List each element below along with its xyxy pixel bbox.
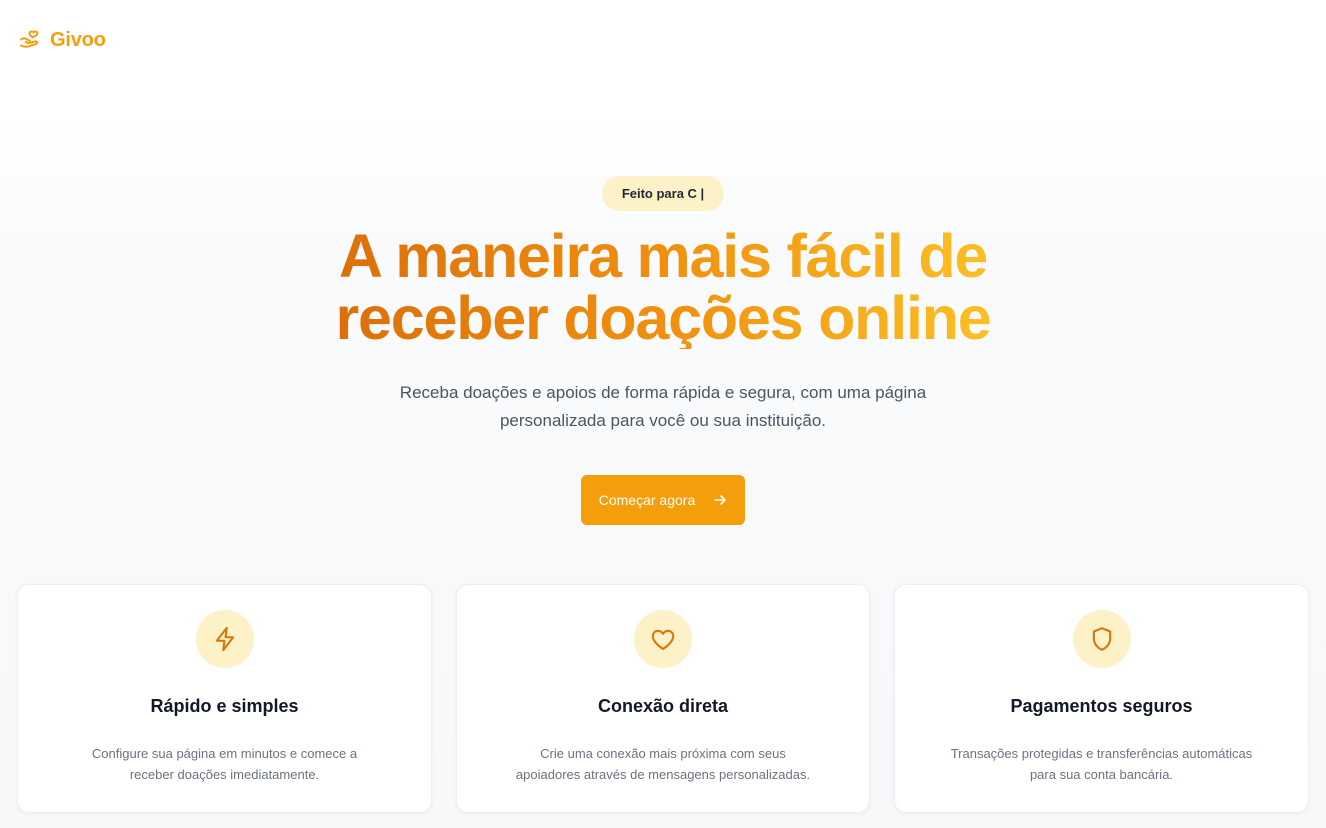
feature-icon-badge <box>195 610 254 668</box>
feature-description-line-2: apoiadores através de mensagens personal… <box>515 767 811 782</box>
feature-title: Conexão direta <box>597 696 729 716</box>
hero-headline: A maneira mais fácil de receber doações … <box>335 225 990 349</box>
feature-card-direct: Conexão direta Crie uma conexão mais pró… <box>456 584 870 813</box>
shield-icon <box>1092 627 1111 651</box>
feature-icon-badge <box>634 610 692 668</box>
feature-card-secure: Pagamentos seguros Transações protegidas… <box>894 584 1309 813</box>
subtitle-line-2: personalizada para você ou sua instituiç… <box>499 411 827 430</box>
headline-line-2: receber doações online <box>335 284 991 352</box>
feature-description-line-1: Crie uma conexão mais próxima com seus <box>540 746 786 761</box>
headline-line-1: A maneira mais fácil de <box>338 222 988 290</box>
heart-icon <box>651 629 675 650</box>
arrow-right-icon <box>714 495 727 505</box>
feature-card-fast: Rápido e simples Configure sua página em… <box>17 584 432 813</box>
lightning-icon <box>215 626 234 652</box>
subtitle-line-1: Receba doações e apoios de forma rápida … <box>399 383 927 402</box>
site-header: Givoo <box>18 27 106 53</box>
features-section: Rápido e simples Configure sua página em… <box>17 584 1309 813</box>
feature-description: Configure sua página em minutos e comece… <box>45 743 405 785</box>
feature-description-line-1: Configure sua página em minutos e comece… <box>91 746 358 761</box>
hero-subtitle: Receba doações e apoios de forma rápida … <box>343 379 983 435</box>
feature-description-line-1: Transações protegidas e transferências a… <box>950 746 1253 761</box>
hand-heart-icon <box>20 30 39 48</box>
hero-section: Feito para C | A maneira mais fácil de r… <box>0 176 1326 525</box>
feature-description-line-2: receber doações imediatamente. <box>129 767 320 782</box>
landing-page: Givoo Feito para C | A maneira mais fáci… <box>0 0 1326 828</box>
brand-name: Givoo <box>50 28 106 51</box>
feature-title: Pagamentos seguros <box>1010 696 1193 716</box>
feature-description-line-2: para sua conta bancária. <box>1029 767 1174 782</box>
brand-logo-link[interactable]: Givoo <box>18 29 106 52</box>
feature-description: Crie uma conexão mais próxima com seus a… <box>483 743 843 785</box>
start-now-label: Começar agora <box>598 492 696 508</box>
audience-badge: Feito para C | <box>602 176 724 211</box>
feature-icon-badge <box>1072 610 1131 668</box>
feature-description: Transações protegidas e transferências a… <box>922 743 1282 785</box>
start-now-button[interactable]: Começar agora <box>580 475 746 525</box>
feature-title: Rápido e simples <box>150 696 299 716</box>
